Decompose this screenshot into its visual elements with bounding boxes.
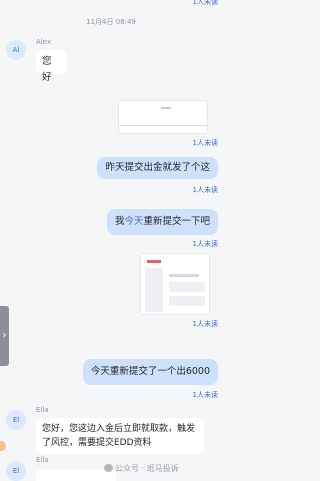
avatar[interactable]: Al <box>6 40 26 60</box>
unread-dot <box>0 441 6 451</box>
sender-name: Ella <box>36 456 49 464</box>
message-bubble[interactable]: 您好 <box>36 50 66 83</box>
message-bubble[interactable]: 您好，您这边入金后立即就取款，触发了风控，需要提交EDD资料 <box>36 418 204 454</box>
message-bubble[interactable]: 我今天重新提交一下吧 <box>106 209 218 235</box>
avatar[interactable]: El <box>6 410 26 430</box>
watermark: 公众号 · 斑马投诉 <box>104 463 179 474</box>
image-content-line <box>119 125 207 126</box>
wechat-icon <box>104 464 113 472</box>
image-content-line <box>161 107 171 109</box>
read-status: 1人未读 <box>192 391 218 399</box>
side-panel-handle[interactable]: › <box>0 306 9 366</box>
read-status: 1人未读 <box>192 0 218 6</box>
message-text: 重新提交一下吧 <box>143 216 210 227</box>
time-separator: 11月4日 08:49 <box>86 18 136 26</box>
sender-name: Alex <box>36 38 52 46</box>
image-attachment[interactable] <box>118 100 208 134</box>
image-attachment[interactable] <box>140 253 210 315</box>
read-status: 1人未读 <box>192 240 218 248</box>
read-status: 1人未读 <box>192 186 218 194</box>
image-content-line <box>169 282 205 292</box>
avatar[interactable]: El <box>6 461 26 481</box>
read-status: 1人未读 <box>192 320 218 328</box>
image-content-line <box>169 274 199 277</box>
image-content-line <box>169 296 205 306</box>
message-bubble[interactable]: 今天重新提交了一个出6000 <box>82 359 218 385</box>
image-logo <box>147 260 161 263</box>
watermark-text: 公众号 · 斑马投诉 <box>115 464 179 473</box>
highlighted-keyword[interactable]: 今天 <box>124 216 143 227</box>
message-bubble[interactable]: 昨天提交出金就发了个这 <box>97 157 218 179</box>
image-sidebar <box>145 268 163 312</box>
read-status: 1人未读 <box>192 139 218 147</box>
sender-name: Ella <box>36 406 49 414</box>
